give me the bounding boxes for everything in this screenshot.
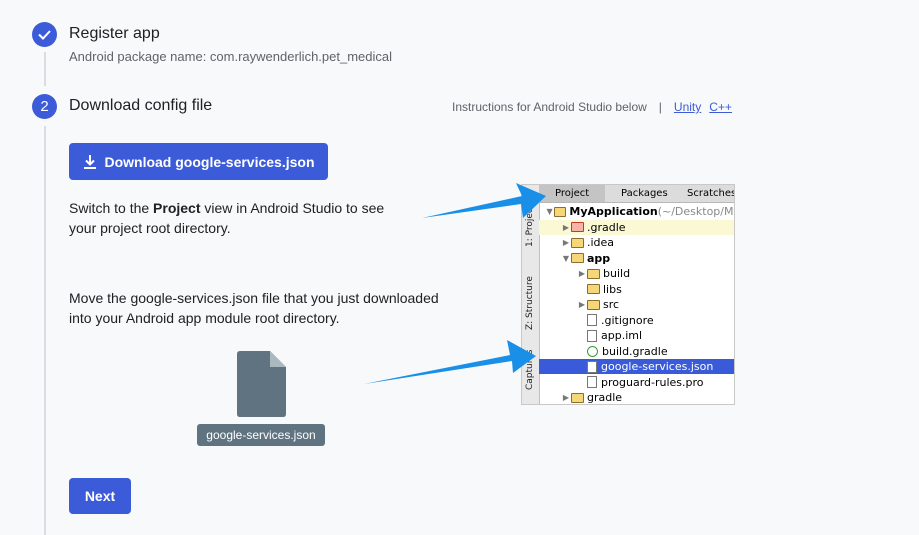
tree-item-label: .idea	[587, 236, 615, 249]
studio-tree-row: ▶ gradle	[539, 390, 734, 404]
studio-tree-row: libs	[539, 282, 734, 297]
studio-tree-row: google-services.json	[539, 359, 734, 374]
arrow-to-json-file	[364, 340, 536, 384]
folder-icon	[571, 237, 584, 248]
step-complete-badge	[32, 22, 57, 47]
file-icon	[587, 329, 597, 342]
json-file-icon	[587, 360, 597, 373]
step-number-badge: 2	[32, 94, 57, 119]
gradle-file-icon	[587, 345, 598, 357]
step1-subtitle: Android package name: com.raywenderlich.…	[69, 49, 393, 64]
tree-item-label: src	[603, 298, 620, 311]
studio-sidebar: 1: Project Z: Structure Captures	[522, 185, 540, 404]
tree-item-label: .gradle	[587, 220, 626, 234]
studio-tree-row: ▼ app	[539, 251, 734, 266]
studio-tree-row: app.iml	[539, 328, 734, 343]
next-button[interactable]: Next	[69, 478, 131, 514]
folder-icon	[587, 299, 600, 310]
json-file-icon	[237, 351, 286, 417]
tree-expander-icon: ▶	[562, 222, 570, 232]
studio-side-label-structure: Z: Structure	[525, 276, 535, 330]
text1-bold: Project	[153, 200, 201, 216]
file-icon	[587, 376, 597, 388]
move-file-text: Move the google-services.json file that …	[69, 290, 439, 326]
folder-icon	[587, 268, 600, 279]
tree-item-label: build.gradle	[602, 344, 668, 358]
instructions-text: Instructions for Android Studio below	[452, 100, 647, 114]
studio-tabs: Project Packages Scratches	[539, 185, 734, 203]
tree-item-label: proguard-rules.pro	[601, 375, 704, 389]
step1-title: Register app	[69, 25, 160, 42]
tree-expander-icon: ▼	[562, 253, 570, 263]
tree-expander-icon: ▼	[546, 207, 553, 216]
step2-title: Download config file	[69, 97, 213, 114]
tree-expander-icon: ▶	[578, 269, 586, 278]
download-button-label: Download google-services.json	[104, 153, 315, 170]
studio-tree-row: ▼ MyApplication (~/Desktop/My	[539, 204, 735, 219]
download-config-button[interactable]: Download google-services.json	[69, 143, 328, 180]
file-icon	[587, 314, 597, 326]
studio-side-label-captures: Captures	[525, 349, 535, 390]
tree-expander-icon: ▶	[562, 393, 570, 402]
tree-item-path: (~/Desktop/My	[657, 205, 735, 218]
separator: |	[658, 100, 662, 114]
instructions-bar: Instructions for Android Studio below | …	[452, 100, 732, 114]
tree-item-label: libs	[603, 282, 622, 296]
download-icon	[84, 154, 97, 169]
unity-link[interactable]: Unity	[674, 100, 701, 114]
timeline-line-bottom	[44, 126, 46, 535]
folder-icon	[554, 206, 567, 217]
tree-item-label: app.iml	[601, 329, 643, 342]
tree-item-label: app	[587, 251, 611, 265]
tree-expander-icon: ▶	[578, 300, 586, 309]
tree-expander-icon: ▶	[562, 238, 570, 247]
tree-item-label: MyApplication	[569, 205, 658, 218]
tree-item-label: gradle	[587, 391, 623, 404]
tree-item-label: .gitignore	[601, 313, 654, 327]
studio-tree-row: .gitignore	[539, 313, 734, 328]
folder-icon	[571, 253, 584, 263]
studio-tab-project: Project	[539, 185, 605, 202]
file-name-label: google-services.json	[197, 424, 325, 446]
studio-tree-row: ▶ .gradle	[539, 219, 734, 235]
studio-tab-scratches: Scratches	[687, 188, 735, 199]
folder-icon	[571, 222, 584, 232]
project-view-text: Switch to the Project view in Android St…	[69, 198, 399, 238]
tree-item-label: build	[603, 267, 631, 280]
studio-tree-row: proguard-rules.pro	[539, 375, 734, 390]
check-icon	[38, 30, 51, 40]
timeline-line-top	[44, 52, 46, 86]
studio-tree-row: ▶ build	[539, 266, 734, 281]
studio-tab-packages: Packages	[621, 188, 668, 199]
android-studio-screenshot: 1: Project Z: Structure Captures Project…	[521, 184, 735, 405]
studio-side-label-project: 1: Project	[525, 204, 535, 247]
studio-tree-row: ▶ .idea	[539, 235, 734, 250]
cpp-link[interactable]: C++	[709, 100, 732, 114]
folder-icon	[571, 392, 584, 403]
tree-item-label: google-services.json	[601, 360, 714, 373]
text1-part-a: Switch to the	[69, 200, 154, 216]
studio-tree-row: build.gradle	[539, 344, 734, 359]
annotation-arrows	[364, 183, 546, 384]
studio-tree-row: ▶ src	[539, 297, 734, 312]
folder-icon	[587, 284, 600, 294]
